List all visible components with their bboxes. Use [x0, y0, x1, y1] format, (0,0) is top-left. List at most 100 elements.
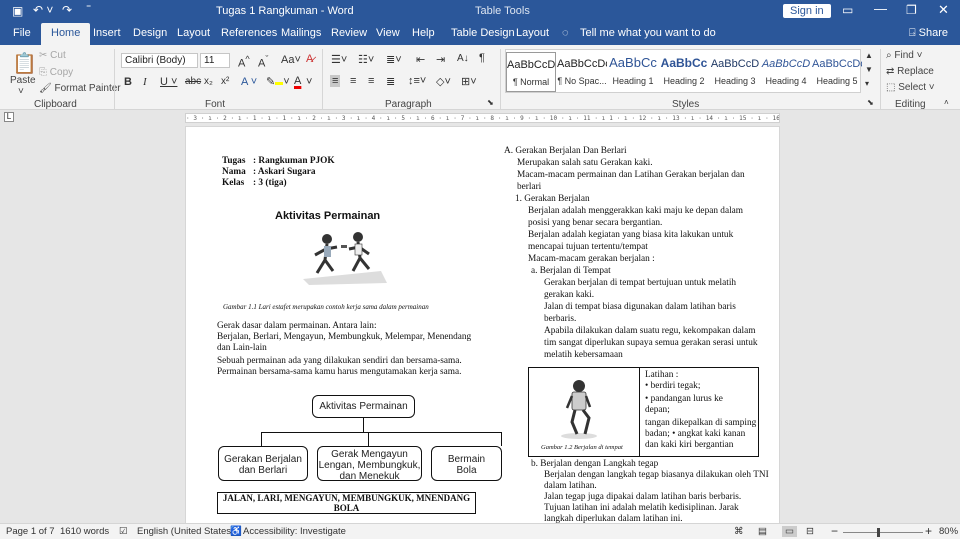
- copy-button[interactable]: ⎘ Copy: [39, 67, 73, 78]
- undo-icon[interactable]: ↶ ˅: [33, 3, 53, 17]
- style-heading-4[interactable]: AaBbCcD Heading 4: [761, 52, 811, 92]
- tab-help[interactable]: Help: [412, 27, 435, 39]
- collapse-ribbon-icon[interactable]: ˄: [944, 98, 949, 107]
- print-layout-icon[interactable]: ▭: [782, 526, 797, 537]
- tab-references[interactable]: References: [221, 27, 277, 39]
- find-button[interactable]: ⌕ Find ˅: [886, 50, 922, 61]
- style-no-spacing[interactable]: AaBbCcDc ¶ No Spac...: [557, 52, 607, 92]
- tab-table-layout[interactable]: Layout: [516, 27, 549, 39]
- align-left-icon[interactable]: ≡: [330, 75, 341, 87]
- sa-line-6: tim sangat diperlukan supaya semua gerak…: [544, 338, 758, 348]
- document-page[interactable]: Tugas : Rangkuman PJOK Nama : Askari Sug…: [185, 126, 780, 524]
- language[interactable]: English (United States): [137, 526, 234, 537]
- word-count[interactable]: 1610 words: [60, 526, 109, 537]
- paste-button[interactable]: Paste: [10, 75, 36, 86]
- zoom-slider[interactable]: [843, 532, 923, 533]
- tab-insert[interactable]: Insert: [93, 27, 121, 39]
- styles-scroll-up-icon[interactable]: ▲: [865, 51, 873, 60]
- tell-me-box[interactable]: Tell me what you want to do: [580, 27, 716, 39]
- restore-icon[interactable]: ❐: [906, 3, 917, 17]
- sort-icon[interactable]: A↓: [457, 53, 469, 64]
- paste-dropdown-icon[interactable]: ˅: [18, 86, 24, 97]
- share-button[interactable]: ⍈ Share: [909, 27, 948, 40]
- zoom-out-icon[interactable]: −: [831, 524, 838, 538]
- page-count[interactable]: Page 1 of 7: [6, 526, 55, 537]
- shrink-font-icon[interactable]: Aˇ: [258, 54, 268, 70]
- tab-mailings[interactable]: Mailings: [281, 27, 321, 39]
- align-center-icon[interactable]: ≡: [350, 75, 356, 87]
- justify-icon[interactable]: ≣: [386, 75, 395, 88]
- numbering-icon[interactable]: ☷˅: [358, 53, 374, 66]
- superscript-icon[interactable]: x²: [221, 76, 229, 87]
- zoom-in-icon[interactable]: +: [925, 524, 932, 538]
- sa-line-5: Apabila dilakukan dalam suatu regu, keko…: [544, 326, 756, 336]
- style-heading-5[interactable]: AaBbCcDc Heading 5: [812, 52, 862, 92]
- sign-in-button[interactable]: Sign in: [783, 4, 831, 18]
- text-effects-icon[interactable]: A ˅: [241, 76, 257, 88]
- styles-scroll-down-icon[interactable]: ▼: [865, 65, 873, 74]
- bullets-icon[interactable]: ☰˅: [331, 53, 347, 66]
- diagram-node-mengayun: Gerak Mengayun Lengan, Membungkuk, dan Men…: [317, 446, 422, 482]
- style-heading-3[interactable]: AaBbCcD Heading 3: [710, 52, 760, 92]
- minimize-icon[interactable]: —: [874, 1, 887, 16]
- style-heading-1[interactable]: AaBbCc Heading 1: [608, 52, 658, 92]
- font-size-select[interactable]: 11: [200, 53, 230, 68]
- format-painter-button[interactable]: 🖌 Format Painter: [39, 83, 121, 94]
- align-right-icon[interactable]: ≡: [368, 75, 374, 87]
- underline-icon[interactable]: U ˅: [160, 76, 177, 88]
- focus-icon[interactable]: ⌘: [734, 526, 744, 537]
- close-icon[interactable]: ✕: [938, 2, 949, 18]
- multilevel-list-icon[interactable]: ≣˅: [386, 53, 402, 66]
- show-marks-icon[interactable]: ¶: [479, 52, 485, 64]
- style-heading-2[interactable]: AaBbCc Heading 2: [659, 52, 709, 92]
- header-key-tugas: Tugas: [222, 156, 246, 166]
- accessibility-status[interactable]: Accessibility: Investigate: [243, 526, 346, 537]
- share-icon: ⍈: [909, 27, 919, 39]
- tab-selector-icon[interactable]: L: [4, 112, 14, 122]
- web-layout-icon[interactable]: ⊟: [806, 526, 814, 537]
- subscript-icon[interactable]: x₂: [204, 76, 213, 87]
- sa-line-3: Jalan di tempat biasa digunakan dalam la…: [544, 302, 736, 312]
- paste-icon[interactable]: 📋: [12, 51, 37, 76]
- sb-line-4: Tujuan latihan ini adalah melatih kedisi…: [544, 503, 739, 513]
- redo-icon[interactable]: ↷: [62, 3, 72, 17]
- editing-group-label: Editing: [895, 99, 926, 110]
- select-button[interactable]: ⬚ Select ˅: [886, 82, 935, 93]
- font-color-icon[interactable]: A: [294, 75, 301, 87]
- zoom-slider-thumb[interactable]: [877, 528, 880, 537]
- clear-formatting-icon[interactable]: A̷: [306, 53, 313, 65]
- highlight-icon[interactable]: ✎ ˅: [266, 75, 290, 88]
- shading-icon[interactable]: ◇˅: [436, 75, 451, 88]
- zoom-level[interactable]: 80%: [939, 526, 958, 537]
- cut-button[interactable]: ✂ Cut: [39, 50, 66, 61]
- line-spacing-icon[interactable]: ↕≡˅: [408, 75, 426, 87]
- read-mode-icon[interactable]: ▤: [758, 526, 767, 537]
- borders-icon[interactable]: ⊞˅: [461, 75, 477, 88]
- tab-review[interactable]: Review: [331, 27, 367, 39]
- replace-button[interactable]: ⇄ Replace: [886, 66, 934, 77]
- customize-qat-icon[interactable]: ⁼: [86, 3, 91, 14]
- bold-icon[interactable]: B: [124, 76, 132, 88]
- styles-launcher-icon[interactable]: ⬊: [867, 98, 874, 107]
- save-icon[interactable]: ▣: [12, 4, 23, 18]
- style-normal[interactable]: AaBbCcDc ¶ Normal: [506, 52, 556, 92]
- grow-font-icon[interactable]: A^: [238, 54, 250, 70]
- font-color-dropdown-icon[interactable]: ˅: [306, 76, 312, 88]
- tab-table-design[interactable]: Table Design: [451, 27, 515, 39]
- tab-home[interactable]: Home: [41, 23, 91, 45]
- decrease-indent-icon[interactable]: ⇤: [416, 53, 425, 66]
- font-name-select[interactable]: Calibri (Body): [121, 53, 198, 68]
- increase-indent-icon[interactable]: ⇥: [436, 53, 445, 66]
- strikethrough-icon[interactable]: abc: [185, 76, 201, 87]
- change-case-icon[interactable]: Aa˅: [281, 54, 301, 66]
- tab-view[interactable]: View: [376, 27, 400, 39]
- paragraph-launcher-icon[interactable]: ⬊: [487, 98, 494, 107]
- ribbon-display-icon[interactable]: ▭: [842, 3, 853, 17]
- styles-more-icon[interactable]: ▾: [865, 79, 869, 88]
- italic-icon[interactable]: I: [143, 76, 147, 88]
- proofing-icon[interactable]: ☑: [119, 526, 128, 537]
- tab-design[interactable]: Design: [133, 27, 167, 39]
- tab-layout[interactable]: Layout: [177, 27, 210, 39]
- tab-file[interactable]: File: [13, 27, 31, 39]
- horizontal-ruler[interactable]: · 3 · ı · 2 · ı · 1 · ı · 1 · ı · 2 · ı …: [185, 113, 780, 123]
